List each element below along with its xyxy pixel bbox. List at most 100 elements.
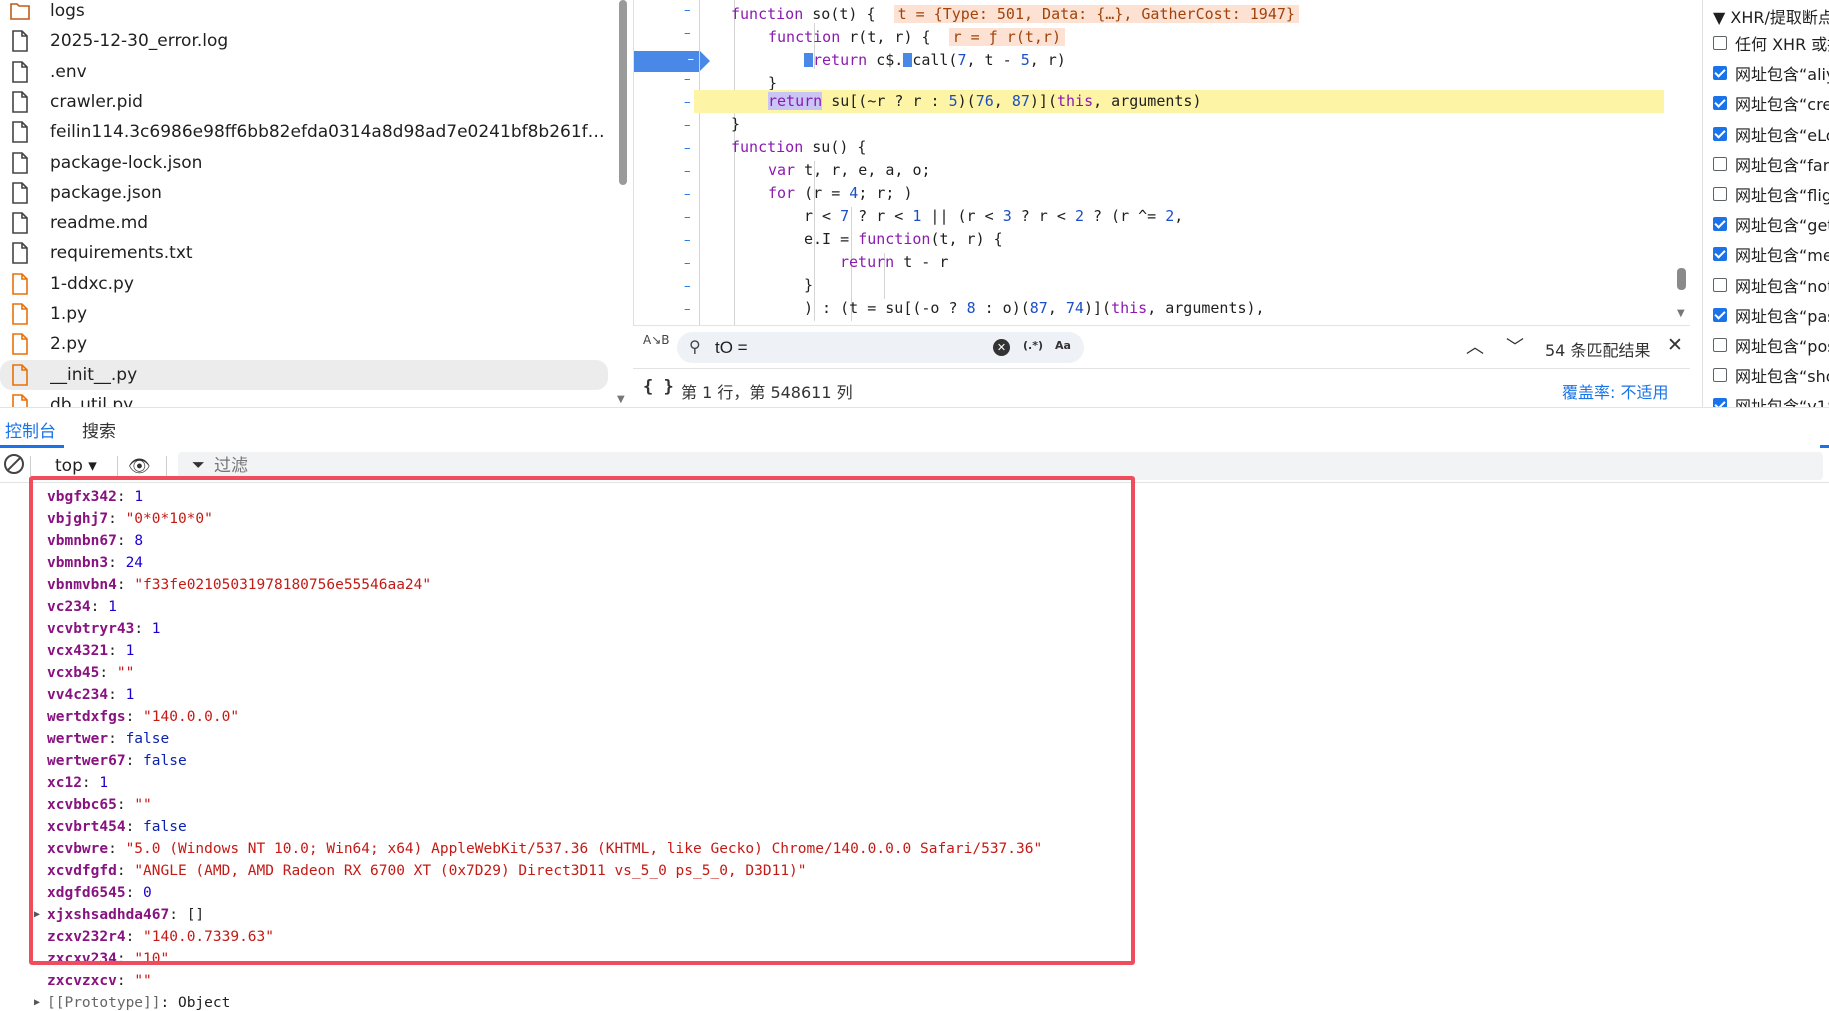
xhr-breakpoint-item[interactable]: 网址包含“show” — [1713, 362, 1829, 388]
scrollbar-thumb[interactable] — [1677, 268, 1686, 290]
breakpoint-marker[interactable]: – — [634, 51, 710, 72]
search-input[interactable] — [715, 336, 1015, 359]
tab-console[interactable]: 控制台 — [5, 417, 56, 442]
code-line: function su() { — [731, 138, 867, 156]
console-property-row: xc12: 1 — [47, 772, 108, 794]
live-expression-eye-icon[interactable]: 👁 — [128, 456, 151, 477]
expand-triangle-icon[interactable]: ▶ — [34, 992, 40, 1011]
file-tree-item[interactable]: 2025-12-30_error.log — [0, 26, 610, 56]
file-tree-item[interactable]: 2.py — [0, 329, 610, 359]
clear-search-icon[interactable]: ✕ — [993, 339, 1010, 356]
file-tree-item[interactable]: 1.py — [0, 299, 610, 329]
replace-toggle-icon[interactable]: A↘B — [643, 334, 670, 346]
breakpoint-checkbox[interactable] — [1713, 36, 1727, 50]
xhr-breakpoint-item[interactable]: 网址包含“post” — [1713, 332, 1829, 358]
breakpoint-checkbox[interactable] — [1713, 126, 1727, 141]
breakpoint-checkbox[interactable] — [1713, 156, 1727, 171]
xhr-breakpoint-item[interactable]: 网址包含“get” — [1713, 211, 1829, 237]
coverage-link[interactable]: 覆盖率: 不适用 — [1562, 379, 1668, 403]
file-tree-item[interactable]: crawler.pid — [0, 87, 610, 117]
scroll-down-arrow-icon[interactable]: ▼ — [617, 394, 625, 405]
xhr-breakpoint-item[interactable]: 网址包含“me” — [1713, 241, 1829, 267]
breakpoint-checkbox[interactable] — [1713, 398, 1727, 407]
property-value: "ANGLE (AMD, AMD Radeon RX 6700 XT (0x7D… — [134, 863, 807, 879]
match-case-button[interactable]: Aa — [1055, 339, 1071, 352]
gutter-line-marker[interactable]: – — [684, 279, 691, 294]
source-editor[interactable]: – – – – – – – – – – – – – – function so(t) { t = {Ty… — [633, 0, 1690, 325]
file-tree-item[interactable]: requirements.txt — [0, 238, 610, 268]
execution-cursor-icon — [903, 53, 913, 67]
file-tree-item[interactable]: .env — [0, 57, 610, 87]
regex-toggle-button[interactable]: (.*) — [1023, 339, 1043, 352]
breakpoint-checkbox[interactable] — [1713, 307, 1727, 322]
xhr-breakpoint-item[interactable]: 网址包含“aliyun” — [1713, 60, 1829, 86]
next-match-icon[interactable]: ﹀ — [1506, 333, 1524, 359]
gutter-line-marker[interactable]: – — [684, 302, 691, 317]
pretty-print-button[interactable]: { } — [643, 377, 674, 397]
gutter-line-marker[interactable]: – — [684, 210, 691, 225]
file-tree-item[interactable]: logs — [0, 0, 610, 26]
close-search-icon[interactable]: ✕ — [1667, 334, 1683, 356]
property-key: wertwer67 — [47, 753, 126, 769]
breakpoint-checkbox[interactable] — [1713, 338, 1727, 352]
file-tree-item[interactable]: package-lock.json — [0, 148, 610, 178]
filter-input[interactable] — [214, 455, 614, 477]
search-field[interactable]: ⚲ ✕ (.*) Aa — [677, 332, 1084, 363]
breakpoint-label: 网址包含“create” — [1735, 95, 1829, 115]
breakpoint-checkbox[interactable] — [1713, 217, 1727, 232]
gutter-line-marker[interactable]: – — [684, 164, 691, 179]
xhr-breakpoint-item[interactable]: 任何 XHR 或提取 — [1713, 30, 1829, 56]
xhr-breakpoint-item[interactable]: 网址包含“v1” — [1713, 392, 1829, 407]
tab-search[interactable]: 搜索 — [82, 417, 116, 442]
expand-triangle-icon[interactable]: ▶ — [34, 904, 40, 926]
gutter-line-marker[interactable]: – — [684, 26, 691, 41]
file-tree-item[interactable]: __init__.py — [0, 359, 608, 390]
breakpoint-checkbox[interactable] — [1713, 277, 1727, 292]
gutter-line-marker[interactable]: – — [684, 95, 691, 110]
file-name: package.json — [50, 182, 162, 203]
editor-scrollbar[interactable]: ▼ — [1675, 0, 1687, 325]
context-selector[interactable]: top ▾ — [38, 452, 114, 480]
console-output[interactable]: vbgfx342: 1 vbjghj7: "0*0*10*0" vbmnbn67: … — [0, 484, 1829, 1011]
previous-match-icon[interactable]: ︿ — [1466, 333, 1484, 359]
xhr-breakpoint-item[interactable]: 网址包含“pass” — [1713, 302, 1829, 328]
xhr-breakpoint-item[interactable]: 网址包含“create” — [1713, 90, 1829, 116]
xhr-breakpoints-header[interactable]: ▼ XHR/提取断点 — [1713, 4, 1829, 28]
console-property-row[interactable]: ▶ xjxshsadhda467: [] — [34, 904, 204, 926]
property-value: "5.0 (Windows NT 10.0; Win64; x64) Apple… — [125, 841, 1043, 857]
property-value: Object — [177, 995, 231, 1011]
breakpoint-checkbox[interactable] — [1713, 368, 1727, 383]
scrollbar-thumb[interactable] — [619, 0, 627, 185]
xhr-breakpoint-item[interactable]: 网址包含“flight” — [1713, 181, 1829, 207]
gutter-line-marker[interactable]: – — [684, 118, 691, 133]
gutter-line-marker[interactable]: – — [684, 256, 691, 271]
console-property-row[interactable]: ▶ [[Prototype]]: Object — [34, 992, 231, 1011]
xhr-breakpoint-item[interactable]: 网址包含“notify” — [1713, 272, 1829, 298]
file-tree: logs 2025-12-30_error.log .env crawler.pid f… — [0, 0, 630, 407]
breakpoint-checkbox[interactable] — [1713, 96, 1727, 111]
xhr-breakpoint-item[interactable]: 网址包含“eLog” — [1713, 121, 1829, 147]
file-icon — [10, 121, 30, 143]
clear-console-icon[interactable] — [4, 454, 24, 474]
file-tree-scrollbar[interactable]: ▼ — [617, 0, 629, 407]
console-property-row: vbnmvbn4: "f33fe02105031978180756e55546a… — [47, 574, 431, 596]
gutter-line-marker[interactable]: – — [684, 141, 691, 156]
xhr-breakpoint-item[interactable]: 网址包含“fanyi” — [1713, 151, 1829, 177]
property-key: wertdxfgs — [47, 709, 126, 725]
file-tree-item[interactable]: 1-ddxc.py — [0, 269, 610, 299]
gutter-line-marker[interactable]: – — [684, 72, 691, 87]
line-gutter[interactable]: – – – – – – – – – – – – – – — [634, 0, 719, 325]
console-filter[interactable]: ⏷ — [178, 452, 1823, 480]
scroll-down-arrow-icon[interactable]: ▼ — [1677, 308, 1685, 319]
breakpoint-checkbox[interactable] — [1713, 187, 1727, 201]
gutter-line-marker[interactable]: – — [684, 3, 691, 18]
breakpoint-checkbox[interactable] — [1713, 66, 1727, 81]
gutter-line-marker[interactable]: – — [684, 233, 691, 248]
code-area[interactable]: function so(t) { t = {Type: 501, Data: {… — [694, 0, 1674, 325]
gutter-line-marker[interactable]: – — [684, 187, 691, 202]
file-tree-item[interactable]: db_util.py — [0, 390, 610, 407]
file-tree-item[interactable]: feilin114.3c6986e98ff6bb82efda0314a8d98a… — [0, 117, 610, 147]
breakpoint-checkbox[interactable] — [1713, 247, 1727, 262]
file-tree-item[interactable]: readme.md — [0, 208, 610, 238]
file-tree-item[interactable]: package.json — [0, 178, 610, 208]
